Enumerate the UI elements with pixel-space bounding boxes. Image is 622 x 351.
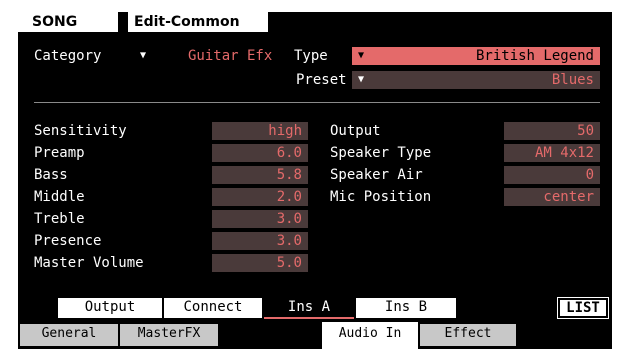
screen-title: Edit-Common bbox=[134, 14, 240, 30]
tab-output[interactable]: Output bbox=[58, 298, 162, 318]
preset-value: Blues bbox=[551, 72, 594, 88]
type-dropdown-icon: ▼ bbox=[358, 50, 365, 61]
tab-connect[interactable]: Connect bbox=[164, 298, 262, 318]
preamp-value[interactable]: 6.0 bbox=[212, 144, 308, 162]
speaker-type-value[interactable]: AM 4x12 bbox=[504, 144, 600, 162]
preamp-label: Preamp bbox=[34, 145, 85, 161]
title-screen-box: Edit-Common bbox=[128, 12, 268, 32]
type-label: Type bbox=[294, 48, 328, 64]
divider bbox=[34, 102, 600, 103]
category-dropdown-icon[interactable]: ▼ bbox=[140, 47, 146, 65]
screen-frame: SONG Edit-Common Category ▼ Guitar Efx T… bbox=[18, 12, 612, 349]
category-label: Category bbox=[34, 48, 102, 64]
mic-position-label: Mic Position bbox=[330, 189, 432, 205]
bass-value[interactable]: 5.8 bbox=[212, 166, 308, 184]
presence-value[interactable]: 3.0 bbox=[212, 232, 308, 250]
treble-label: Treble bbox=[34, 211, 85, 227]
presence-label: Presence bbox=[34, 233, 102, 249]
sensitivity-label: Sensitivity bbox=[34, 123, 127, 139]
bass-label: Bass bbox=[34, 167, 68, 183]
type-select[interactable]: ▼ British Legend bbox=[352, 47, 600, 65]
preset-dropdown-icon: ▼ bbox=[358, 74, 365, 85]
mic-position-value[interactable]: center bbox=[504, 188, 600, 206]
tab-ins-b[interactable]: Ins B bbox=[356, 298, 456, 318]
type-value: British Legend bbox=[475, 48, 594, 64]
output-value[interactable]: 50 bbox=[504, 122, 600, 140]
tab-ins-a[interactable]: Ins A bbox=[264, 298, 354, 318]
middle-value[interactable]: 2.0 bbox=[212, 188, 308, 206]
subtab-audio-in[interactable]: Audio In bbox=[322, 322, 418, 349]
mode-title: SONG bbox=[32, 14, 78, 30]
preset-label: Preset bbox=[296, 72, 347, 88]
output-label: Output bbox=[330, 123, 381, 139]
tab-ins-a-indicator bbox=[264, 317, 354, 319]
subtab-masterfx[interactable]: MasterFX bbox=[120, 324, 218, 346]
middle-label: Middle bbox=[34, 189, 85, 205]
subtab-general[interactable]: General bbox=[20, 324, 118, 346]
speaker-air-label: Speaker Air bbox=[330, 167, 423, 183]
subtab-effect[interactable]: Effect bbox=[420, 324, 516, 346]
sensitivity-value[interactable]: high bbox=[212, 122, 308, 140]
category-value[interactable]: Guitar Efx bbox=[188, 47, 272, 65]
title-mode-box: SONG bbox=[18, 12, 118, 32]
master-volume-label: Master Volume bbox=[34, 255, 144, 271]
list-button[interactable]: LIST bbox=[557, 297, 609, 319]
master-volume-value[interactable]: 5.0 bbox=[212, 254, 308, 272]
speaker-air-value[interactable]: 0 bbox=[504, 166, 600, 184]
speaker-type-label: Speaker Type bbox=[330, 145, 432, 161]
treble-value[interactable]: 3.0 bbox=[212, 210, 308, 228]
preset-select[interactable]: ▼ Blues bbox=[352, 71, 600, 89]
